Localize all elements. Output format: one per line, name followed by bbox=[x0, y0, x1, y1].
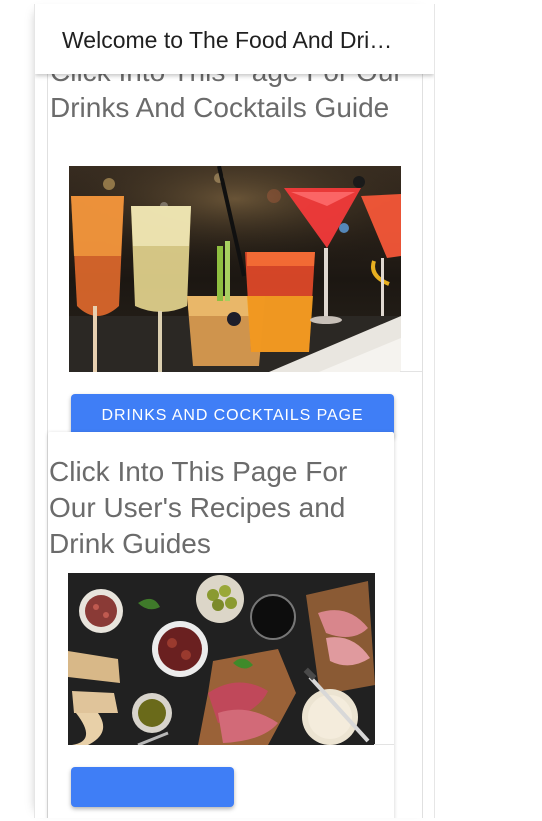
image-divider bbox=[374, 744, 394, 745]
scroll-content[interactable]: Click Into This Page For Our Drinks And … bbox=[35, 4, 434, 818]
recipes-button[interactable] bbox=[71, 767, 234, 807]
image-divider bbox=[400, 371, 422, 372]
recipes-card: Click Into This Page For Our User's Reci… bbox=[48, 432, 394, 818]
app-bar-title: Welcome to The Food And Drink Guide bbox=[62, 27, 402, 53]
app-bar: Welcome to The Food And Drink Guide bbox=[35, 4, 434, 74]
recipes-card-title: Click Into This Page For Our User's Reci… bbox=[49, 456, 348, 559]
cocktails-image bbox=[69, 166, 401, 372]
charcuterie-image bbox=[68, 573, 375, 745]
app-window: Click Into This Page For Our Drinks And … bbox=[34, 4, 435, 818]
